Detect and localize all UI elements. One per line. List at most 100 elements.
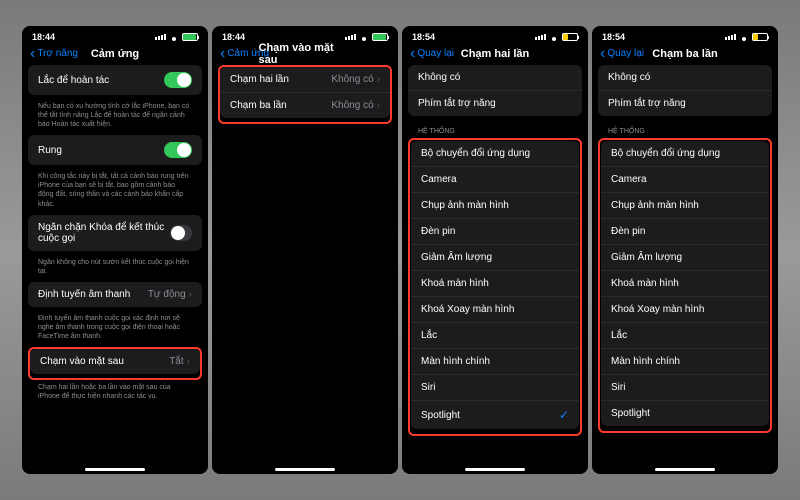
- back-button[interactable]: Quay lại: [600, 48, 644, 59]
- wifi-icon: [549, 33, 559, 41]
- settings-cell[interactable]: Phím tắt trợ năng: [408, 91, 582, 116]
- settings-group: Chạm hai lầnKhông có›Chạm ba lầnKhông có…: [220, 67, 390, 118]
- settings-group: Ngăn chặn Khóa để kết thúc cuộc gọi: [28, 215, 202, 251]
- battery-icon: [182, 33, 198, 41]
- settings-cell[interactable]: Bộ chuyển đổi ứng dụng: [411, 141, 579, 167]
- settings-group: Bộ chuyển đổi ứng dụng Camera Chụp ảnh màn…: [411, 141, 579, 429]
- cell-label: Chụp ảnh màn hình: [421, 200, 509, 211]
- cell-label: Khoá Xoay màn hình: [611, 304, 704, 315]
- cell-label: Ngăn chặn Khóa để kết thúc cuộc gọi: [38, 222, 170, 244]
- cell-label: Spotlight: [421, 410, 460, 421]
- group-footer: Khi công tắc này bị tắt, tất cả cảnh báo…: [28, 169, 202, 214]
- battery-icon: [372, 33, 388, 41]
- settings-group: Định tuyến âm thanhTự động›: [28, 282, 202, 307]
- settings-cell[interactable]: Ngăn chặn Khóa để kết thúc cuộc gọi: [28, 215, 202, 251]
- cell-label: Màn hình chính: [611, 356, 680, 367]
- checkmark-icon: ✓: [559, 408, 569, 422]
- settings-cell[interactable]: Camera: [601, 167, 769, 193]
- cell-label: Camera: [421, 174, 457, 185]
- settings-cell[interactable]: Giảm Âm lượng: [601, 245, 769, 271]
- settings-cell[interactable]: Lắc để hoàn tác: [28, 65, 202, 95]
- cell-label: Giảm Âm lượng: [611, 252, 682, 263]
- status-time: 18:54: [602, 32, 625, 42]
- cell-label: Không có: [608, 72, 650, 83]
- cell-label: Giảm Âm lượng: [421, 252, 492, 263]
- home-indicator[interactable]: [85, 468, 145, 471]
- settings-cell[interactable]: Chụp ảnh màn hình: [601, 193, 769, 219]
- settings-cell[interactable]: Camera: [411, 167, 579, 193]
- signal-icon: [535, 34, 546, 40]
- toggle-switch[interactable]: [170, 225, 192, 241]
- cell-label: Khoá màn hình: [421, 278, 489, 289]
- settings-cell[interactable]: Siri: [601, 375, 769, 401]
- status-bar: 18:54: [592, 26, 778, 44]
- status-time: 18:54: [412, 32, 435, 42]
- content-area: Lắc để hoàn tác Nếu bạn có xu hướng tình …: [22, 65, 208, 474]
- cell-label: Siri: [421, 382, 435, 393]
- settings-cell[interactable]: Giảm Âm lượng: [411, 245, 579, 271]
- toggle-switch[interactable]: [164, 72, 192, 88]
- content-area: Chạm hai lầnKhông có›Chạm ba lầnKhông có…: [212, 65, 398, 474]
- highlighted-group: Chạm hai lầnKhông có›Chạm ba lầnKhông có…: [218, 65, 392, 124]
- settings-group: Không có Phím tắt trợ năng: [598, 65, 772, 116]
- settings-cell[interactable]: Định tuyến âm thanhTự động›: [28, 282, 202, 307]
- settings-cell[interactable]: Khoá Xoay màn hình: [411, 297, 579, 323]
- settings-cell[interactable]: Chụp ảnh màn hình: [411, 193, 579, 219]
- settings-cell[interactable]: Đèn pin: [411, 219, 579, 245]
- settings-cell[interactable]: Rung: [28, 135, 202, 165]
- cell-label: Lắc để hoàn tác: [38, 75, 109, 86]
- settings-group: Lắc để hoàn tác: [28, 65, 202, 95]
- cell-value: Tự động›: [148, 289, 192, 300]
- cell-label: Không có: [418, 72, 460, 83]
- home-indicator[interactable]: [655, 468, 715, 471]
- cell-label: Đèn pin: [611, 226, 645, 237]
- settings-cell[interactable]: Lắc: [411, 323, 579, 349]
- phone-screen-3: 18:54Quay lạiChạm hai lầnKhông cóPhím tắ…: [402, 26, 588, 474]
- status-indicators: [725, 33, 768, 41]
- status-bar: 18:54: [402, 26, 588, 44]
- home-indicator[interactable]: [465, 468, 525, 471]
- settings-cell[interactable]: Không có: [408, 65, 582, 91]
- wifi-icon: [739, 33, 749, 41]
- battery-icon: [752, 33, 768, 41]
- settings-cell[interactable]: Không có: [598, 65, 772, 91]
- settings-cell[interactable]: Chạm hai lầnKhông có›: [220, 67, 390, 93]
- group-footer: Nếu bạn có xu hướng tình cờ lắc iPhone, …: [28, 99, 202, 135]
- nav-title: Chạm ba lần: [652, 48, 717, 60]
- settings-cell[interactable]: Bộ chuyển đổi ứng dụng: [601, 141, 769, 167]
- toggle-switch[interactable]: [164, 142, 192, 158]
- settings-cell[interactable]: Khoá Xoay màn hình: [601, 297, 769, 323]
- settings-cell[interactable]: Chạm ba lầnKhông có›: [220, 93, 390, 118]
- cell-label: Bộ chuyển đổi ứng dụng: [421, 148, 530, 159]
- cell-label: Bộ chuyển đổi ứng dụng: [611, 148, 720, 159]
- settings-group: Chạm vào mặt sauTắt›: [30, 349, 200, 374]
- back-button[interactable]: Quay lại: [410, 48, 454, 59]
- cell-value: Tắt›: [169, 356, 190, 367]
- settings-cell[interactable]: Đèn pin: [601, 219, 769, 245]
- highlighted-system-group: Bộ chuyển đổi ứng dụng CameraChụp ảnh màn…: [598, 138, 772, 433]
- content-area: Không cóPhím tắt trợ năngHỆ THỐNGBộ chuy…: [402, 65, 588, 474]
- cell-label: Đèn pin: [421, 226, 455, 237]
- signal-icon: [155, 34, 166, 40]
- settings-cell[interactable]: Màn hình chính: [411, 349, 579, 375]
- nav-bar: Quay lại Chạm ba lần: [592, 44, 778, 65]
- home-indicator[interactable]: [275, 468, 335, 471]
- back-button[interactable]: Trợ năng: [30, 48, 78, 59]
- settings-cell[interactable]: Màn hình chính: [601, 349, 769, 375]
- chevron-right-icon: ›: [377, 74, 380, 85]
- phone-screen-2: 18:44Cảm ứngChạm vào mặt sauChạm hai lần…: [212, 26, 398, 474]
- settings-cell[interactable]: Khoá màn hình: [411, 271, 579, 297]
- settings-cell[interactable]: Lắc: [601, 323, 769, 349]
- settings-cell[interactable]: Spotlight ✓: [411, 401, 579, 429]
- status-time: 18:44: [32, 32, 55, 42]
- settings-cell[interactable]: Spotlight: [601, 401, 769, 426]
- cell-label: Phím tắt trợ năng: [418, 98, 496, 109]
- status-indicators: [535, 33, 578, 41]
- settings-cell[interactable]: Chạm vào mặt sauTắt›: [30, 349, 200, 374]
- wifi-icon: [169, 33, 179, 41]
- settings-cell[interactable]: Siri: [411, 375, 579, 401]
- settings-cell[interactable]: Phím tắt trợ năng: [598, 91, 772, 116]
- phone-screen-1: 18:44Trợ năngCảm ứngLắc để hoàn tácNếu b…: [22, 26, 208, 474]
- settings-cell[interactable]: Khoá màn hình: [601, 271, 769, 297]
- group-footer: Chạm hai lần hoặc ba lần vào mặt sau của…: [28, 380, 202, 407]
